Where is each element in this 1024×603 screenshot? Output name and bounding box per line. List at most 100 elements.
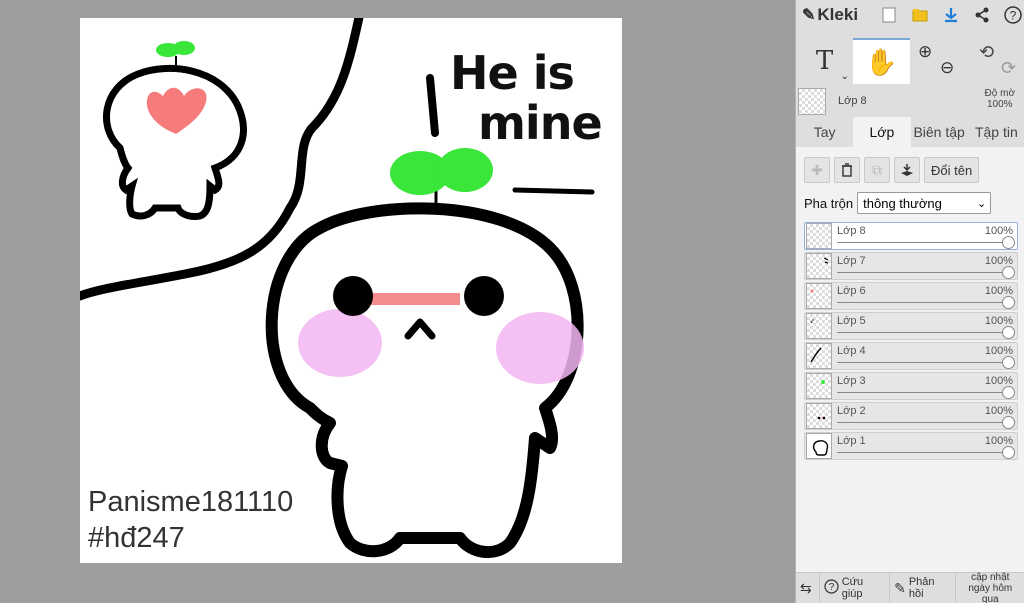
layer-row-6[interactable]: Lớp 6 100% xyxy=(804,282,1018,310)
chevron-down-icon: ⌄ xyxy=(976,197,987,210)
blend-mode-label: Pha trộn xyxy=(804,195,854,211)
side-panel: ✎ Kleki ? T ⌄ ✋ ⊕ ⊖ ⟲ ⟳ Lớp 8 Độ mờ 100%… xyxy=(795,0,1024,603)
text-tool-icon: T xyxy=(815,46,834,76)
layer-list: Lớp 8 100% Lớp 7 100% Lớp 6 100% Lớp 5 1… xyxy=(804,222,1018,462)
add-layer-icon[interactable]: ✚ xyxy=(804,157,830,183)
drawing-canvas[interactable]: He is mine Panisme181110 #hđ247 xyxy=(80,18,622,563)
top-toolbar: ✎ Kleki ? xyxy=(796,0,1024,30)
blend-mode-value: thông thường xyxy=(863,195,942,211)
blend-mode-row: Pha trộn thông thường ⌄ xyxy=(804,192,992,214)
current-layer-thumbnail[interactable] xyxy=(798,87,826,115)
tab-edit[interactable]: Biên tập xyxy=(911,117,968,147)
layer-opacity-slider[interactable] xyxy=(837,362,1007,363)
zoom-out-icon[interactable]: ⊖ xyxy=(940,58,954,78)
blend-mode-select[interactable]: thông thường ⌄ xyxy=(857,192,992,214)
tool-row: T ⌄ ✋ ⊕ ⊖ ⟲ ⟳ xyxy=(796,38,1024,84)
share-icon[interactable] xyxy=(972,4,993,26)
layer-name: Lớp 5 xyxy=(837,315,866,327)
undo-icon[interactable]: ⟲ xyxy=(979,42,994,63)
current-layer-preview: Lớp 8 Độ mờ 100% xyxy=(796,86,1024,116)
help-label: Cứu giúp xyxy=(841,576,864,600)
feedback-button[interactable]: ✎ Phản hồi xyxy=(890,572,956,603)
layer-row-1[interactable]: Lớp 1 100% xyxy=(804,432,1018,460)
slider-knob[interactable] xyxy=(1002,356,1015,369)
canvas-area[interactable]: He is mine Panisme181110 #hđ247 xyxy=(0,0,795,603)
layer-thumbnail xyxy=(806,223,832,249)
zoom-in-icon[interactable]: ⊕ xyxy=(918,42,932,62)
canvas-signature-line2: #hđ247 xyxy=(88,522,185,554)
slider-knob[interactable] xyxy=(1002,266,1015,279)
layer-name: Lớp 8 xyxy=(837,225,866,237)
swap-sides-button[interactable]: ⇆ xyxy=(796,572,820,603)
slider-knob[interactable] xyxy=(1002,416,1015,429)
opacity-value: 100% xyxy=(986,99,1013,110)
slider-knob[interactable] xyxy=(1002,296,1015,309)
current-layer-name: Lớp 8 xyxy=(838,95,867,107)
help-icon: ? xyxy=(824,579,839,597)
text-tool[interactable]: T ⌄ xyxy=(796,38,853,84)
current-layer-opacity: Độ mờ 100% xyxy=(985,88,1015,110)
layer-thumbnail xyxy=(806,313,832,339)
slider-knob[interactable] xyxy=(1002,236,1015,249)
kleki-logo-icon: ✎ xyxy=(802,7,816,24)
layer-row-2[interactable]: Lớp 2 100% xyxy=(804,402,1018,430)
update-info[interactable]: cập nhật ngày hôm qua xyxy=(956,571,1024,603)
hand-icon: ✋ xyxy=(865,46,898,77)
duplicate-layer-icon[interactable]: ⧉ xyxy=(864,157,890,183)
folder-icon[interactable] xyxy=(910,4,931,26)
new-image-icon[interactable] xyxy=(879,4,900,26)
canvas-text-mine: mine xyxy=(478,96,603,150)
svg-text:?: ? xyxy=(828,582,834,593)
download-icon[interactable] xyxy=(941,4,962,26)
feedback-icon: ✎ xyxy=(894,579,906,596)
layer-row-5[interactable]: Lớp 5 100% xyxy=(804,312,1018,340)
app-logo[interactable]: ✎ Kleki xyxy=(802,5,869,25)
history-controls: ⟲ ⟳ xyxy=(967,38,1024,84)
merge-down-icon[interactable] xyxy=(894,157,920,183)
layer-opacity-slider[interactable] xyxy=(837,452,1007,453)
hand-tool[interactable]: ✋ xyxy=(853,38,910,84)
opacity-label: Độ mờ xyxy=(984,88,1015,99)
bottom-bar: ⇆ ? Cứu giúp ✎ Phản hồi cập nhật ngày hô… xyxy=(796,572,1024,603)
layer-thumbnail xyxy=(806,253,832,279)
update-line1: cập nhật xyxy=(971,571,1010,583)
layer-thumbnail xyxy=(806,433,832,459)
rename-layer-button[interactable]: Đổi tên xyxy=(924,157,980,183)
layer-opacity-slider[interactable] xyxy=(837,242,1007,243)
app-name: Kleki xyxy=(817,5,859,24)
help-button[interactable]: ? Cứu giúp xyxy=(820,572,891,603)
trash-icon[interactable] xyxy=(834,157,860,183)
slider-knob[interactable] xyxy=(1002,386,1015,399)
tab-brush[interactable]: Tay xyxy=(796,117,853,147)
layer-name: Lớp 2 xyxy=(837,405,866,417)
layer-name: Lớp 1 xyxy=(837,435,866,447)
layer-name: Lớp 7 xyxy=(837,255,866,267)
tab-layers[interactable]: Lớp xyxy=(853,117,911,147)
layer-row-8[interactable]: Lớp 8 100% xyxy=(804,222,1018,250)
canvas-text-he-is: He is xyxy=(450,46,575,100)
layers-panel: ✚ ⧉ Đổi tên Pha trộn thông thường ⌄ Lớp … xyxy=(796,147,1024,572)
redo-icon[interactable]: ⟳ xyxy=(1001,58,1016,79)
layer-opacity-slider[interactable] xyxy=(837,302,1007,303)
layer-opacity-slider[interactable] xyxy=(837,392,1007,393)
slider-knob[interactable] xyxy=(1002,446,1015,459)
chevron-down-icon[interactable]: ⌄ xyxy=(841,71,849,82)
layer-opacity-slider[interactable] xyxy=(837,422,1007,423)
layer-row-4[interactable]: Lớp 4 100% xyxy=(804,342,1018,370)
layer-row-7[interactable]: Lớp 7 100% xyxy=(804,252,1018,280)
layer-thumbnail xyxy=(806,373,832,399)
help-icon[interactable]: ? xyxy=(1003,4,1024,26)
slider-knob[interactable] xyxy=(1002,326,1015,339)
feedback-label: Phản hồi xyxy=(908,576,935,600)
swap-arrows-icon: ⇆ xyxy=(800,579,812,596)
tab-file[interactable]: Tập tin xyxy=(968,117,1024,147)
layer-name: Lớp 3 xyxy=(837,375,866,387)
zoom-controls: ⊕ ⊖ xyxy=(910,38,967,84)
svg-text:?: ? xyxy=(1010,9,1017,23)
layer-opacity-slider[interactable] xyxy=(837,272,1007,273)
layer-opacity-slider[interactable] xyxy=(837,332,1007,333)
layer-thumbnail xyxy=(806,283,832,309)
layer-buttons: ✚ ⧉ Đổi tên xyxy=(804,157,983,183)
layer-row-3[interactable]: Lớp 3 100% xyxy=(804,372,1018,400)
update-line2: ngày hôm qua xyxy=(968,582,1013,603)
